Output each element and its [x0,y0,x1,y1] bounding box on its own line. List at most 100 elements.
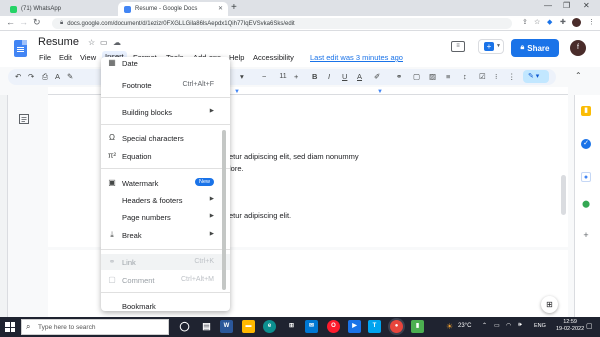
present-button[interactable]: + ▼ [478,39,504,54]
menu-item-bookmark[interactable]: Bookmark [101,298,230,314]
bold-icon[interactable]: B [312,72,317,81]
align-icon[interactable]: ≡ [446,72,450,81]
back-icon[interactable]: ← [6,17,15,27]
app-icon[interactable]: ▮ [411,320,424,333]
minimize-icon[interactable]: — [544,1,552,10]
widgets-icon[interactable]: ▤ [200,320,213,333]
menu-item-link[interactable]: ⚭ Link Ctrl+K [101,254,230,270]
tasks-icon[interactable]: ✓ [581,139,591,149]
file-explorer-icon[interactable]: ▬ [242,320,255,333]
maps-icon[interactable]: ⬤ [581,200,591,210]
menu-item-building-blocks[interactable]: Building blocks ▶ [101,104,230,120]
menu-item-equation[interactable]: π² Equation [101,148,230,164]
zoom-icon[interactable]: ▶ [348,320,361,333]
menu-scrollbar[interactable] [222,130,226,290]
weather-temp[interactable]: 23°C [458,323,471,329]
chevron-down-icon: ▼ [496,43,501,49]
document-scrollbar[interactable] [561,175,566,215]
menu-item-page-numbers[interactable]: Page numbers ▶ [101,209,230,225]
new-tab-button[interactable]: + [231,2,237,13]
highlight-icon[interactable]: ✐ [374,72,380,81]
menu-view[interactable]: View [80,53,96,62]
network-icon[interactable]: ▭ [494,322,500,329]
menu-item-headers-footers[interactable]: Headers & footers ▶ [101,192,230,208]
more-toolbar-icon[interactable]: ⋮ [508,72,516,81]
menu-item-special-characters[interactable]: Ω Special characters [101,130,230,146]
italic-icon[interactable]: I [328,72,330,81]
share-page-icon[interactable]: ⇪ [522,18,528,26]
task-view-icon[interactable]: ◯ [178,320,191,333]
decrease-font-size-icon[interactable]: − [262,72,266,81]
url-field[interactable]: 🔒︎ docs.google.com/document/d/1ezizr0FXG… [52,18,512,29]
submenu-arrow-icon: ▶ [209,108,214,114]
share-button[interactable]: 🔒︎ Share [511,39,559,57]
star-icon[interactable]: ☆ [88,38,95,47]
add-comment-icon[interactable]: ▢ [413,72,420,81]
font-dropdown-chevron-icon[interactable]: ▾ [240,72,244,81]
undo-icon[interactable]: ↶ [15,72,21,81]
checklist-icon[interactable]: ☑ [479,72,486,81]
clock[interactable]: 12:59 19-02-2022 [556,319,584,333]
insert-link-icon[interactable]: ⚭ [396,72,402,81]
volume-icon[interactable]: 🕪︎ [518,322,522,329]
edge-icon[interactable]: e [263,320,276,333]
redo-icon[interactable]: ↷ [28,72,34,81]
mail-icon[interactable]: ✉ [305,320,318,333]
line-spacing-icon[interactable]: ↕ [463,72,467,81]
menu-item-date[interactable]: ▦ Date [101,58,230,70]
get-addons-icon[interactable]: + [581,230,591,240]
paint-format-icon[interactable]: ✎ [67,72,73,81]
chrome-icon[interactable]: ● [390,320,403,333]
font-size-field[interactable]: 11 [276,71,290,82]
store-icon[interactable]: ⊞ [285,320,298,333]
menu-item-comment[interactable]: ▢ Comment Ctrl+Alt+M [101,272,230,288]
menu-edit[interactable]: Edit [59,53,72,62]
opera-icon[interactable]: O [327,320,340,333]
document-outline-icon[interactable] [19,114,29,124]
last-edit-link[interactable]: Last edit was 3 minutes ago [310,53,403,62]
browser-tab-google-docs[interactable]: Resume - Google Docs ✕ [118,2,228,16]
menu-item-watermark[interactable]: ▣ Watermark New [101,175,230,191]
extensions-puzzle-icon[interactable]: ✚ [560,18,566,26]
account-avatar[interactable]: f [570,40,586,56]
bulleted-list-icon[interactable]: ⁝ [495,72,497,81]
word-icon[interactable]: W [220,320,233,333]
menu-help[interactable]: Help [229,53,244,62]
forward-icon[interactable]: → [19,17,28,27]
menu-item-break[interactable]: ⤓ Break ▶ [101,227,230,243]
increase-font-size-icon[interactable]: + [294,72,298,81]
extension-icon[interactable]: ◆ [547,18,552,26]
close-window-icon[interactable]: ✕ [583,1,590,10]
browser-tab-whatsapp[interactable]: (71) WhatsApp ✕ [4,2,132,16]
reload-icon[interactable]: ↻ [33,17,41,28]
comment-history-icon[interactable]: ≡ [451,41,465,52]
windows-start-icon[interactable] [5,322,15,332]
text-color-icon[interactable]: A [357,72,362,81]
explore-icon[interactable]: ⊞ [541,296,558,313]
editing-mode-button[interactable]: ✎ ▾ [523,70,549,83]
document-title[interactable]: Resume [38,36,79,48]
language-indicator[interactable]: ENG [534,323,546,329]
hide-menus-chevron-icon[interactable]: ⌃ [575,71,582,80]
underline-icon[interactable]: U [342,72,347,81]
show-hidden-icons-icon[interactable]: ⌃ [482,322,487,329]
browser-menu-icon[interactable]: ⋮ [588,18,595,26]
teams-icon[interactable]: T [368,320,381,333]
menu-item-footnote[interactable]: Footnote Ctrl+Alt+F [101,77,230,93]
restore-icon[interactable]: ❐ [563,1,570,10]
contacts-icon[interactable]: ● [581,172,591,182]
wifi-icon[interactable]: ◠ [506,322,511,329]
bookmark-star-icon[interactable]: ☆ [534,18,540,26]
menu-accessibility[interactable]: Accessibility [253,53,294,62]
close-tab-icon[interactable]: ✕ [218,5,223,12]
docs-logo-icon[interactable] [14,40,27,57]
keep-icon[interactable]: ▮ [581,106,591,116]
taskbar-search-input[interactable]: ⌕ Type here to search [21,319,169,335]
move-folder-icon[interactable]: ▭ [100,38,108,47]
menu-file[interactable]: File [39,53,51,62]
profile-avatar-icon[interactable] [572,18,581,27]
notifications-icon[interactable]: ▢ [586,322,593,330]
spellcheck-icon[interactable]: A [55,72,60,81]
print-icon[interactable]: ⎙ [42,72,48,82]
insert-image-icon[interactable]: ▨ [429,72,436,81]
